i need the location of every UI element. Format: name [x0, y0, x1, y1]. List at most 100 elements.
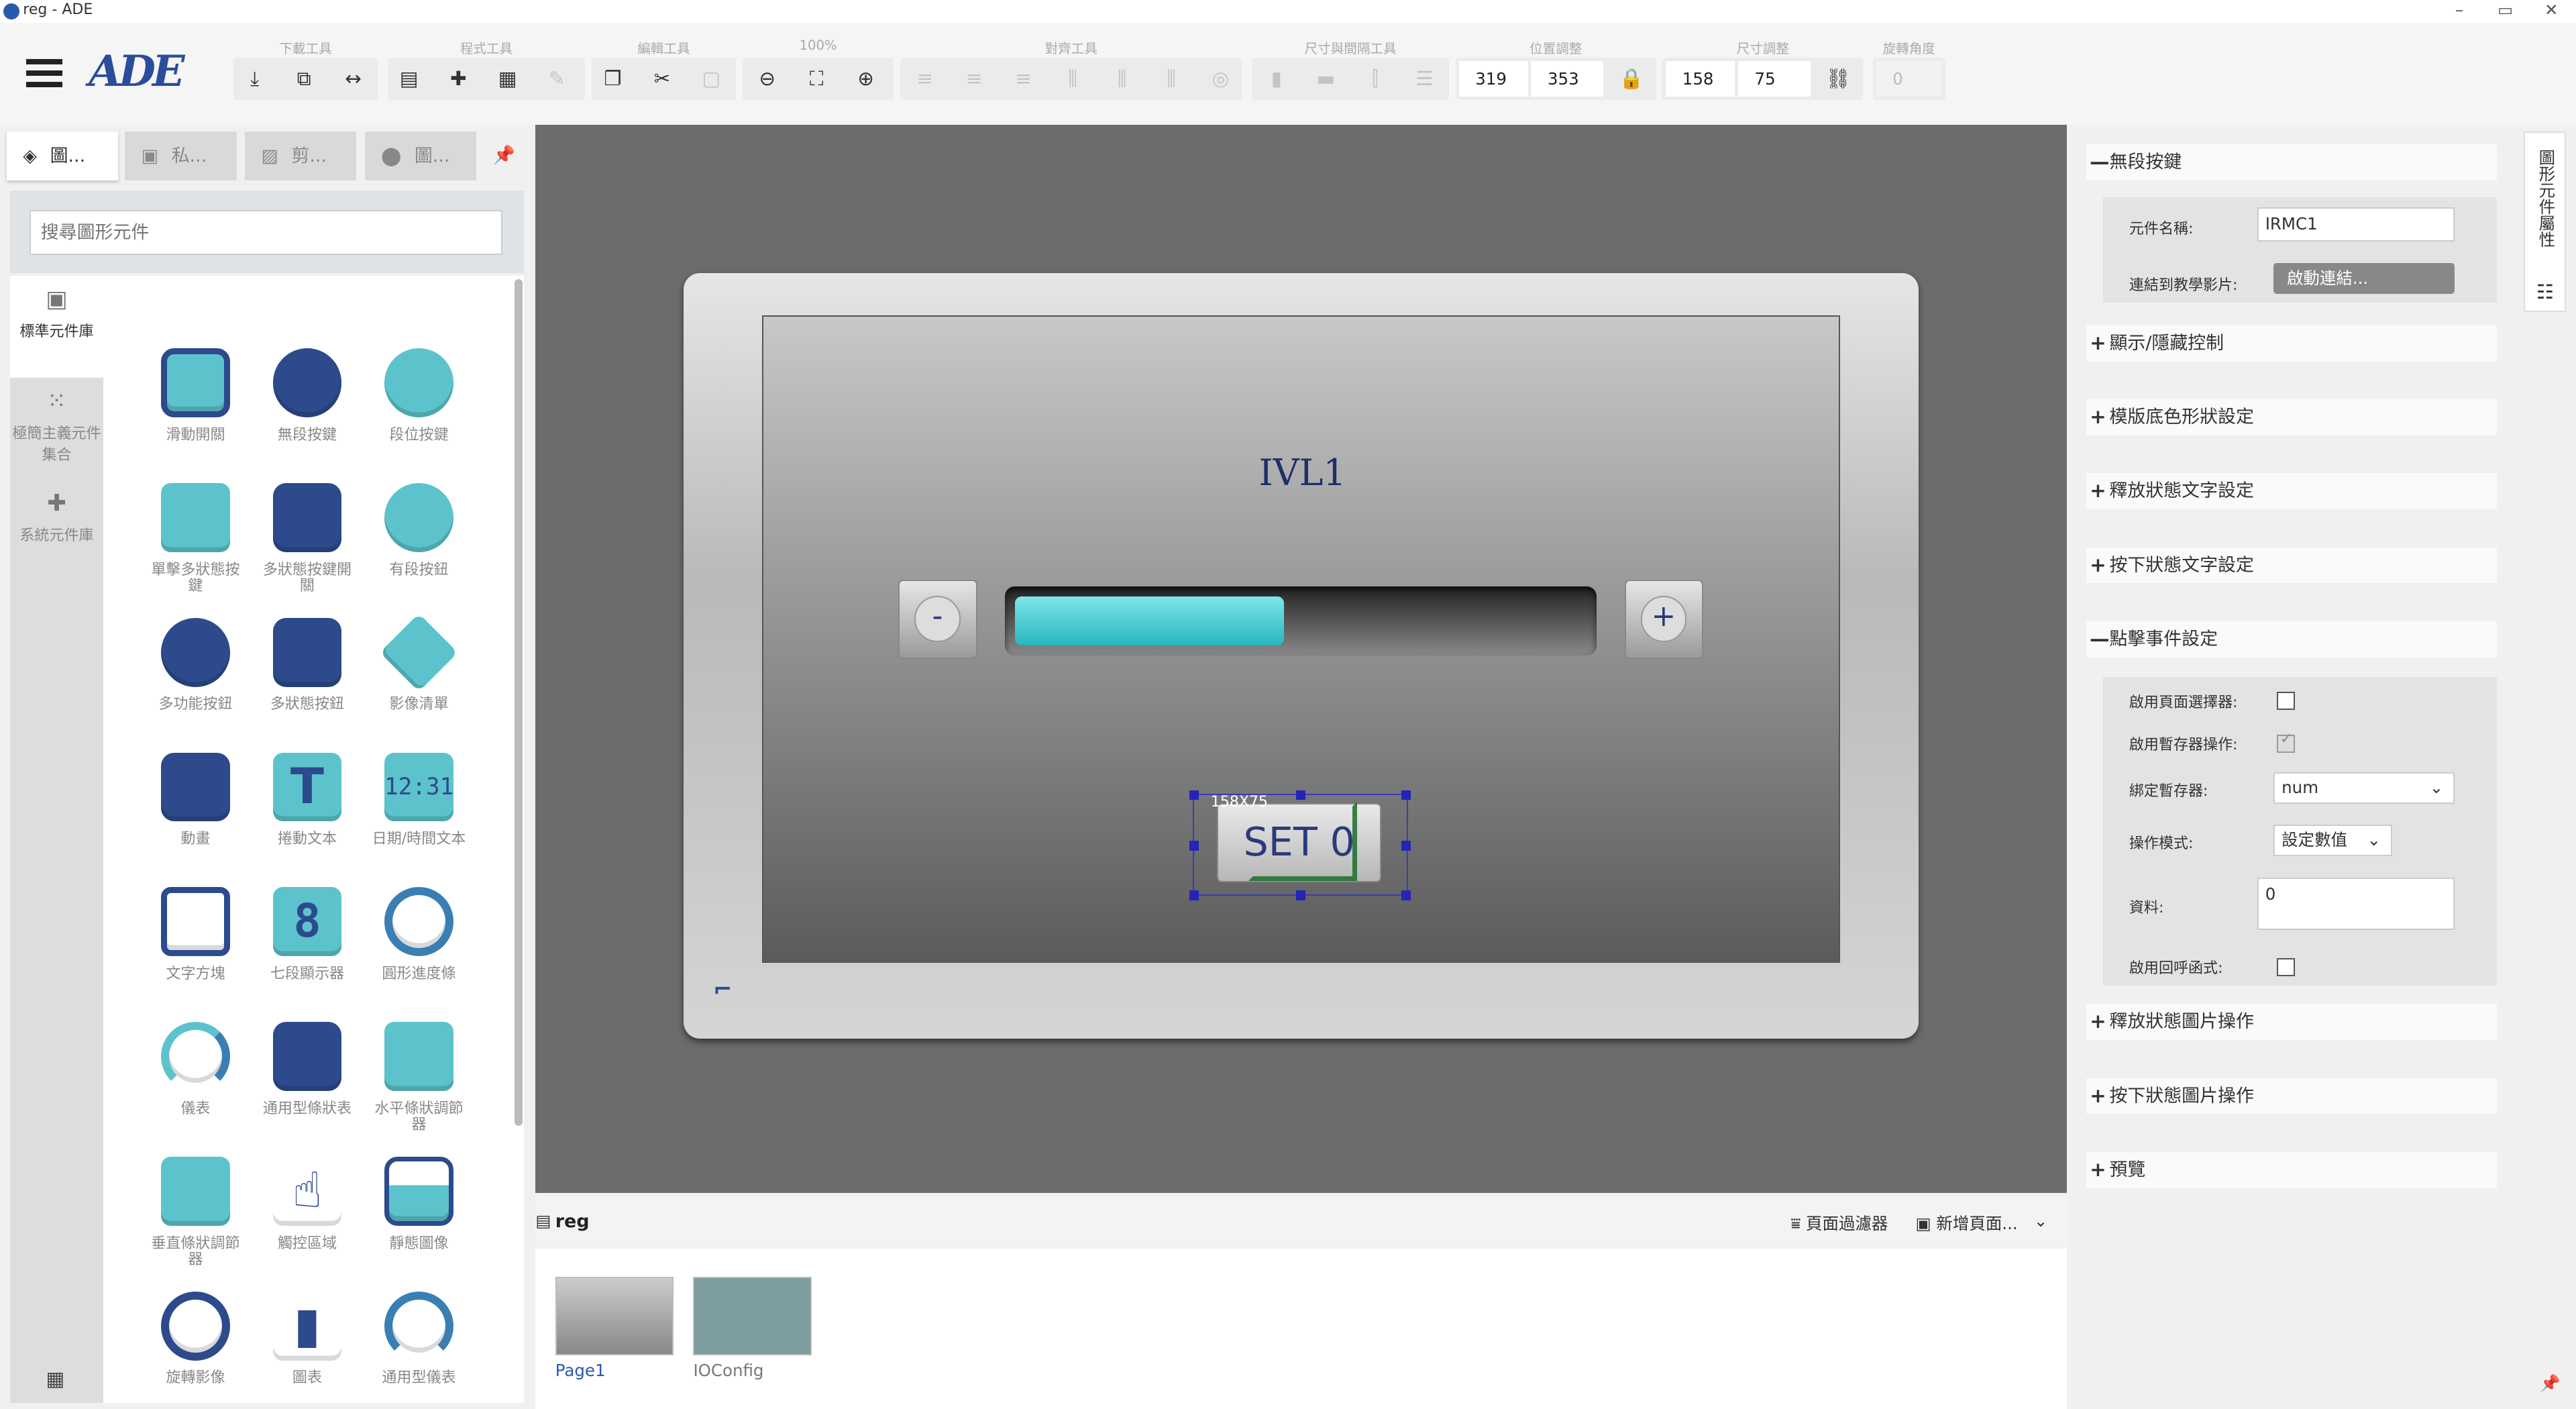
hamburger-menu-icon[interactable] — [26, 59, 63, 87]
category-system[interactable]: ✚ 系統元件庫 — [10, 480, 104, 575]
code-icon[interactable]: ↔ — [335, 61, 372, 97]
section-stepless-button[interactable]: — 無段按鍵 — [2086, 144, 2498, 181]
section-click-event[interactable]: — 點擊事件設定 — [2086, 621, 2498, 658]
palette-item-scroll-text[interactable]: T 捲動文本 — [258, 752, 356, 848]
download-icon[interactable]: ⤓ — [237, 61, 273, 97]
same-height-icon[interactable]: ▬ — [1307, 61, 1344, 97]
same-width-icon[interactable]: ▮ — [1258, 61, 1295, 97]
resize-handle[interactable] — [1401, 790, 1411, 800]
new-page-button[interactable]: ▣ 新增頁面... — [1916, 1211, 2018, 1235]
palette-item-image-list[interactable]: 影像清單 — [370, 613, 468, 713]
tab-map[interactable]: ⬤ 圖... — [364, 131, 477, 181]
palette-item-circle-progress[interactable]: 圓形進度條 — [370, 887, 468, 982]
design-canvas[interactable]: IVL1 - + SET 0 ⌐ 158X75 — [535, 125, 2067, 1193]
align-right-icon[interactable]: ≡ — [1006, 61, 1042, 97]
data-input[interactable]: 0 — [2257, 877, 2455, 931]
callback-checkbox[interactable] — [2277, 957, 2296, 976]
palette-item-stepless-button[interactable]: 無段按鍵 — [258, 348, 356, 443]
palette-item-touch-area[interactable]: ☝ 觸控區域 — [258, 1157, 356, 1252]
bind-register-select[interactable]: num ⌄ — [2273, 772, 2455, 804]
palette-scrollbar[interactable] — [514, 279, 523, 1126]
page-filter-button[interactable]: ⩸ 頁面過濾器 — [1790, 1211, 1888, 1235]
section-release-text[interactable]: + 釋放狀態文字設定 — [2086, 473, 2498, 510]
pin-icon[interactable]: 📌 — [2540, 1373, 2560, 1393]
page-label[interactable]: IOConfig — [693, 1361, 763, 1380]
resize-handle[interactable] — [1401, 890, 1411, 900]
section-press-text[interactable]: + 按下狀態文字設定 — [2086, 547, 2498, 584]
height-input[interactable]: 75 — [1738, 60, 1811, 97]
palette-item-seven-segment[interactable]: 8 七段顯示器 — [258, 887, 356, 982]
cut-icon[interactable]: ✂ — [644, 61, 680, 97]
y-position-input[interactable]: 353 — [1531, 60, 1604, 97]
properties-side-tab[interactable]: 圖形元件屬性 ☷ — [2523, 131, 2567, 313]
apps-grid-icon[interactable]: ▦ — [46, 1367, 65, 1390]
category-minimalist[interactable]: ⁙ 極簡主義元件集合 — [10, 378, 104, 480]
pin-panel-icon[interactable]: 📌 — [493, 144, 516, 166]
section-preview[interactable]: + 預覽 — [2086, 1151, 2498, 1188]
h-spacing-icon[interactable]: ⫿ — [1357, 61, 1393, 97]
lock-icon[interactable]: 🔒 — [1613, 61, 1650, 97]
palette-item-multi-state-switch[interactable]: 多狀態按鍵開關 — [258, 482, 356, 595]
page-selector-checkbox[interactable] — [2277, 692, 2296, 710]
align-bottom-icon[interactable]: ⫼ — [1153, 61, 1189, 97]
section-visibility[interactable]: + 顯示/隱藏控制 — [2086, 325, 2498, 362]
fit-screen-icon[interactable]: ⛶ — [798, 61, 835, 97]
tab-clip[interactable]: ▨ 剪... — [244, 131, 357, 181]
tab-private[interactable]: ▣ 私... — [125, 131, 237, 181]
align-center-icon[interactable]: ≡ — [956, 61, 992, 97]
palette-item-static-image[interactable]: 靜態圖像 — [370, 1157, 468, 1252]
widgets-icon[interactable]: ▦ — [490, 61, 526, 97]
resize-handle[interactable] — [1401, 841, 1411, 851]
tab-graphics[interactable]: ◈ 圖... — [6, 131, 119, 181]
minimize-button[interactable]: – — [2438, 0, 2481, 23]
register-op-checkbox[interactable] — [2277, 731, 2296, 753]
zoom-out-icon[interactable]: ⊖ — [749, 61, 786, 97]
palette-item-textbox[interactable]: 文字方塊 — [146, 887, 245, 982]
palette-item-h-slider[interactable]: 水平條狀調節器 — [370, 1022, 468, 1134]
maximize-button[interactable]: ▭ — [2484, 0, 2527, 23]
plugin-icon[interactable]: ✚ — [440, 61, 476, 97]
run-icon[interactable]: ⧉ — [286, 61, 322, 97]
palette-item-animation[interactable]: 動畫 — [146, 752, 245, 848]
paste-icon[interactable]: ▢ — [693, 61, 729, 97]
close-button[interactable]: ✕ — [2530, 0, 2573, 23]
section-release-image[interactable]: + 釋放狀態圖片操作 — [2086, 1004, 2498, 1041]
palette-item-step-button[interactable]: 段位按鍵 — [370, 348, 468, 443]
palette-item-bar-graph[interactable]: 通用型條狀表 — [258, 1022, 356, 1117]
op-mode-select[interactable]: 設定數值 ⌄ — [2273, 825, 2392, 856]
resize-handle[interactable] — [1189, 841, 1199, 851]
level-bar[interactable] — [1005, 586, 1597, 656]
layers-icon[interactable]: ▤ — [391, 61, 427, 97]
align-top-icon[interactable]: ⫼ — [1055, 61, 1091, 97]
align-middle-icon[interactable]: ⫼ — [1104, 61, 1140, 97]
palette-item-rotate-image[interactable]: 旋轉影像 — [146, 1291, 245, 1387]
palette-item-slide-switch[interactable]: 滑動開關 — [146, 348, 245, 443]
palette-item-multi-state-btn[interactable]: 多狀態按鈕 — [258, 617, 356, 713]
category-standard[interactable]: ▣ 標準元件庫 — [9, 276, 104, 378]
x-position-input[interactable]: 319 — [1458, 60, 1528, 97]
section-press-image[interactable]: + 按下狀態圖片操作 — [2086, 1078, 2498, 1114]
palette-item-datetime[interactable]: 12:31 日期/時間文本 — [370, 752, 468, 848]
plus-button[interactable]: + — [1624, 580, 1704, 659]
palette-item-segment-button[interactable]: 有段按鈕 — [370, 482, 468, 578]
link-ratio-icon[interactable]: ⛓ — [1820, 61, 1856, 97]
component-name-input[interactable]: IRMC1 — [2257, 207, 2455, 242]
zoom-in-icon[interactable]: ⊕ — [848, 61, 884, 97]
chevron-down-icon[interactable]: ⌄ — [2034, 1211, 2048, 1231]
width-input[interactable]: 158 — [1666, 60, 1735, 97]
resize-handle[interactable] — [1295, 790, 1306, 800]
palette-item-chart[interactable]: ▮ 圖表 — [258, 1291, 356, 1387]
palette-item-multi-state-click[interactable]: 單擊多狀態按鍵 — [146, 482, 245, 595]
wrench-icon[interactable]: ✎ — [539, 61, 575, 97]
page-thumbnail[interactable] — [693, 1276, 812, 1356]
palette-item-gauge[interactable]: 儀表 — [146, 1022, 245, 1117]
resize-handle[interactable] — [1189, 890, 1199, 900]
minus-button[interactable]: - — [898, 580, 977, 659]
align-left-icon[interactable]: ≡ — [907, 61, 943, 97]
rotation-input[interactable]: 0 — [1876, 60, 1942, 97]
v-spacing-icon[interactable]: ☰ — [1406, 61, 1442, 97]
start-link-button[interactable]: 啟動連結... — [2273, 262, 2455, 295]
page-label[interactable]: Page1 — [555, 1361, 606, 1380]
page-thumbnail[interactable] — [555, 1276, 674, 1356]
palette-item-v-slider[interactable]: 垂直條狀調節器 — [146, 1157, 245, 1269]
